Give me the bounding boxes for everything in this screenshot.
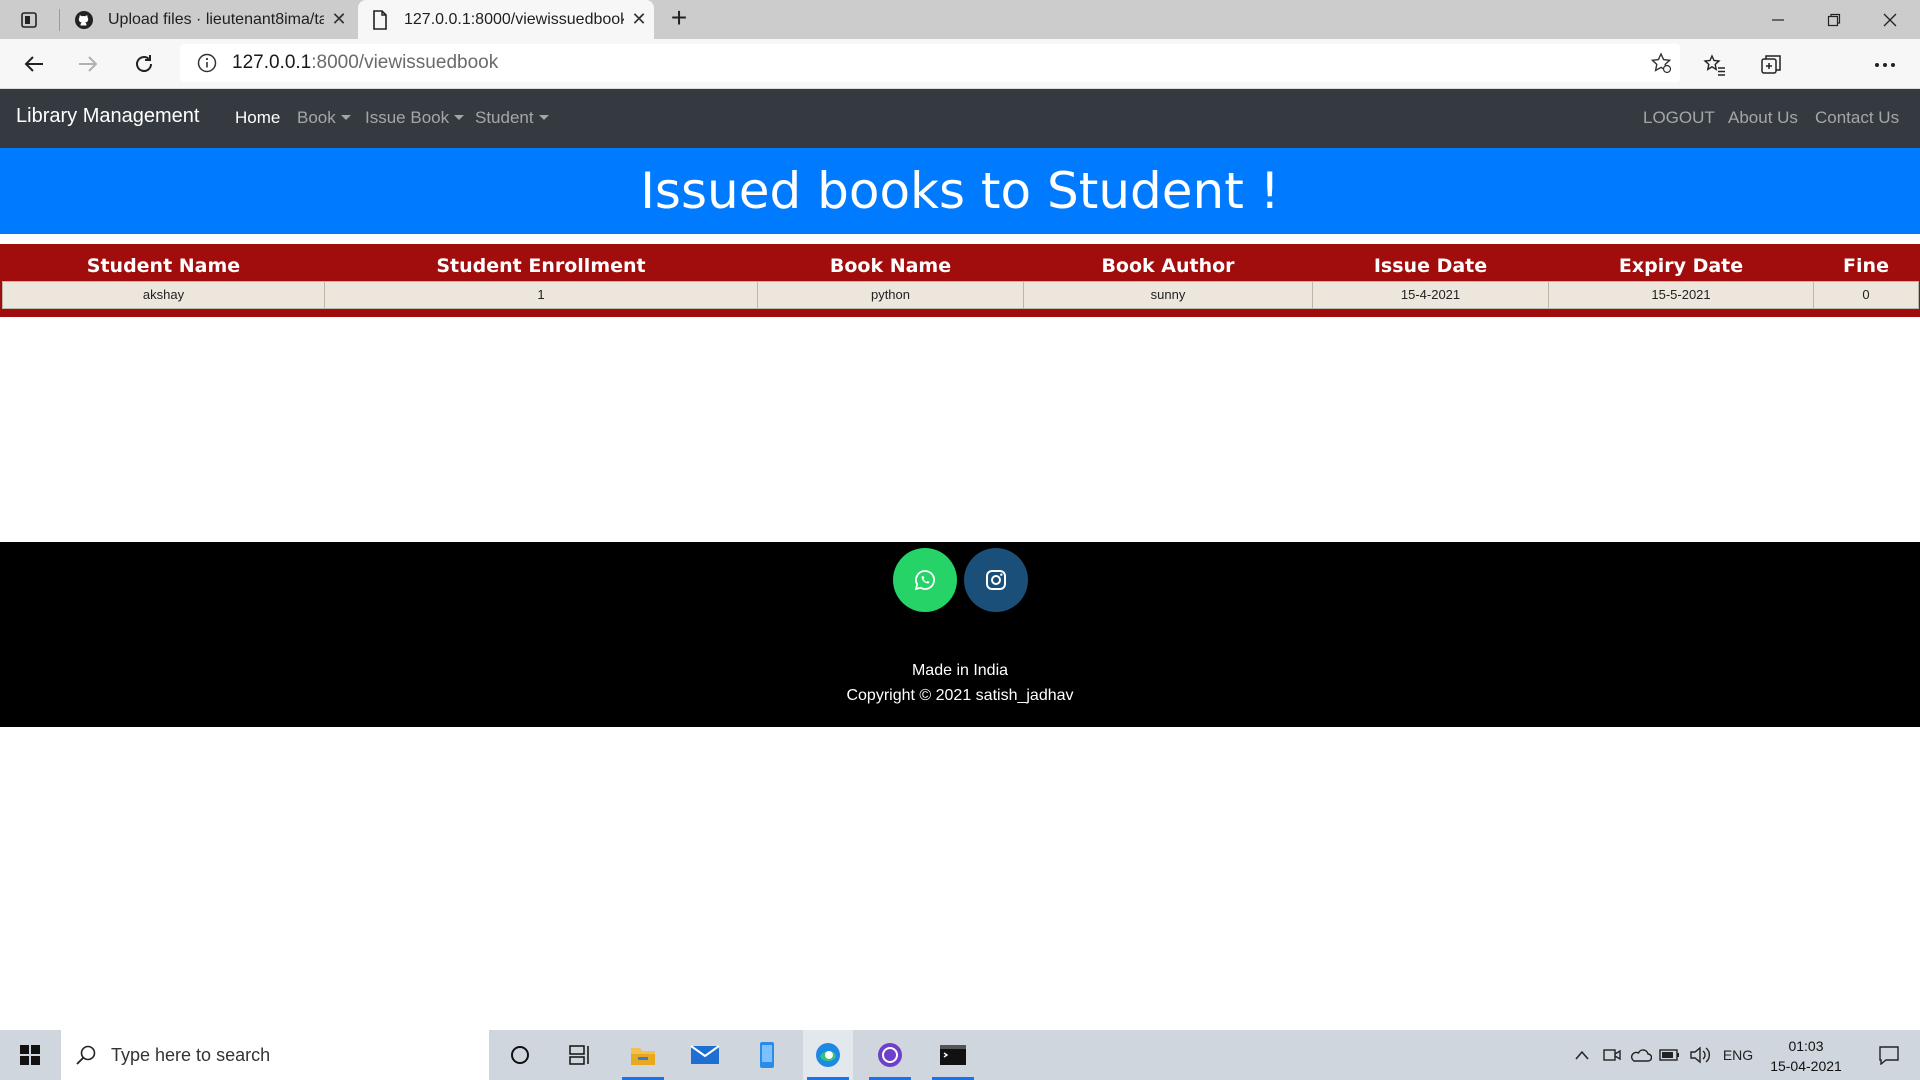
clock-time: 01:03 — [1788, 1038, 1824, 1054]
brand-link[interactable]: Library Management — [16, 105, 199, 128]
notifications-icon[interactable] — [1864, 1030, 1914, 1080]
address-toolbar: 127.0.0.1:8000/viewissuedbook — [0, 39, 1920, 119]
volume-icon[interactable] — [1688, 1030, 1712, 1080]
tab-github[interactable]: Upload files · lieutenant8ima/tac ✕ — [62, 0, 354, 39]
table-header-row: Student Name Student Enrollment Book Nam… — [3, 244, 1919, 281]
refresh-icon[interactable] — [128, 48, 160, 80]
close-tab-icon[interactable]: ✕ — [324, 9, 354, 30]
phone-app-icon[interactable] — [742, 1030, 792, 1080]
task-view-icon[interactable] — [555, 1030, 605, 1080]
cortana-icon[interactable] — [495, 1030, 545, 1080]
table-row: akshay 1 python sunny 15-4-2021 15-5-202… — [2, 280, 1919, 309]
more-options-icon[interactable] — [1872, 52, 1898, 78]
header-book-name: Book Name — [829, 254, 952, 277]
github-icon — [74, 10, 94, 30]
info-icon[interactable] — [196, 52, 218, 74]
nav-student-label: Student — [475, 108, 534, 127]
cell-book-author: sunny — [1023, 280, 1313, 309]
cell-issue-date: 15-4-2021 — [1312, 280, 1549, 309]
tab-title: 127.0.0.1:8000/viewissuedbook — [404, 10, 624, 28]
whatsapp-button[interactable] — [893, 548, 957, 612]
url-bar[interactable]: 127.0.0.1:8000/viewissuedbook — [180, 44, 1680, 82]
instagram-icon — [986, 570, 1006, 590]
header-book-author: Book Author — [1101, 254, 1235, 277]
restore-icon[interactable] — [1806, 0, 1862, 39]
caret-down-icon — [538, 115, 549, 120]
github-desktop-icon[interactable] — [865, 1030, 915, 1080]
page-banner: Issued books to Student ! — [0, 148, 1920, 234]
language-indicator[interactable]: ENG — [1718, 1030, 1758, 1080]
windows-start-icon[interactable] — [0, 1030, 60, 1080]
tab-actions-icon[interactable] — [18, 9, 40, 31]
site-navbar: Library Management Home Book Issue Book … — [0, 89, 1920, 148]
nav-book-label: Book — [297, 108, 336, 127]
cell-expiry-date: 15-5-2021 — [1548, 280, 1814, 309]
whatsapp-icon — [914, 570, 935, 591]
caret-down-icon — [454, 115, 465, 120]
nav-book-dropdown[interactable]: Book — [297, 108, 351, 128]
close-window-icon[interactable] — [1862, 0, 1918, 39]
search-placeholder: Type here to search — [111, 1044, 271, 1065]
cell-student-name: akshay — [2, 280, 325, 309]
forward-icon[interactable] — [72, 48, 104, 80]
instagram-button[interactable] — [964, 548, 1028, 612]
url-path: :8000/viewissuedbook — [311, 52, 499, 73]
browser-tab-bar: Upload files · lieutenant8ima/tac ✕ 127.… — [0, 0, 1920, 39]
taskbar-clock[interactable]: 01:03 15-04-2021 — [1756, 1036, 1856, 1076]
cell-student-enrollment: 1 — [324, 280, 758, 309]
terminal-icon[interactable] — [928, 1030, 978, 1080]
page-icon — [370, 9, 390, 30]
nav-home[interactable]: Home — [235, 108, 280, 128]
close-tab-icon[interactable]: ✕ — [624, 9, 654, 30]
back-icon[interactable] — [18, 48, 50, 80]
new-tab-icon[interactable]: + — [664, 4, 694, 34]
search-icon — [76, 1045, 96, 1065]
nav-issue-book-dropdown[interactable]: Issue Book — [365, 108, 465, 128]
taskbar-search-input[interactable]: Type here to search — [61, 1030, 489, 1080]
nav-logout[interactable]: LOGOUT — [1643, 108, 1715, 128]
windows-taskbar: Type here to search ENG 01:03 15-04-2021 — [0, 1030, 1920, 1080]
header-student-name: Student Name — [86, 254, 241, 277]
tab-viewissuedbook[interactable]: 127.0.0.1:8000/viewissuedbook ✕ — [358, 0, 654, 39]
nav-contact[interactable]: Contact Us — [1815, 108, 1899, 128]
footer-made-in: Made in India — [911, 662, 1009, 679]
nav-about[interactable]: About Us — [1728, 108, 1798, 128]
url-host: 127.0.0.1 — [232, 52, 312, 73]
page-title: Issued books to Student ! — [640, 162, 1280, 220]
header-student-enrollment: Student Enrollment — [436, 254, 646, 277]
file-explorer-icon[interactable] — [618, 1030, 668, 1080]
issued-books-table: Student Name Student Enrollment Book Nam… — [2, 244, 1919, 309]
clock-date: 15-04-2021 — [1770, 1058, 1842, 1074]
nav-issue-book-label: Issue Book — [365, 108, 450, 127]
onedrive-icon[interactable] — [1628, 1030, 1654, 1080]
tab-title: Upload files · lieutenant8ima/tac — [108, 10, 324, 28]
cell-book-name: python — [757, 280, 1024, 309]
header-fine: Fine — [1843, 254, 1889, 277]
caret-down-icon — [340, 115, 351, 120]
cell-fine: 0 — [1813, 280, 1919, 309]
minimize-icon[interactable] — [1750, 0, 1806, 39]
show-hidden-icons-icon[interactable] — [1570, 1030, 1594, 1080]
nav-student-dropdown[interactable]: Student — [475, 108, 549, 128]
tab-separator — [59, 9, 60, 31]
meet-now-icon[interactable] — [1600, 1030, 1624, 1080]
footer-copyright: Copyright © 2021 satish_jadhav — [846, 687, 1074, 704]
site-footer: Made in India Copyright © 2021 satish_ja… — [0, 542, 1920, 727]
mail-icon[interactable] — [680, 1030, 730, 1080]
add-favorite-icon[interactable] — [1650, 52, 1672, 74]
header-issue-date: Issue Date — [1373, 254, 1488, 277]
favorites-icon[interactable] — [1702, 52, 1728, 78]
collections-icon[interactable] — [1758, 52, 1784, 78]
header-expiry-date: Expiry Date — [1618, 254, 1744, 277]
battery-icon[interactable] — [1658, 1030, 1682, 1080]
issued-books-table-wrap: Student Name Student Enrollment Book Nam… — [0, 244, 1920, 317]
edge-browser-icon[interactable] — [803, 1030, 853, 1080]
